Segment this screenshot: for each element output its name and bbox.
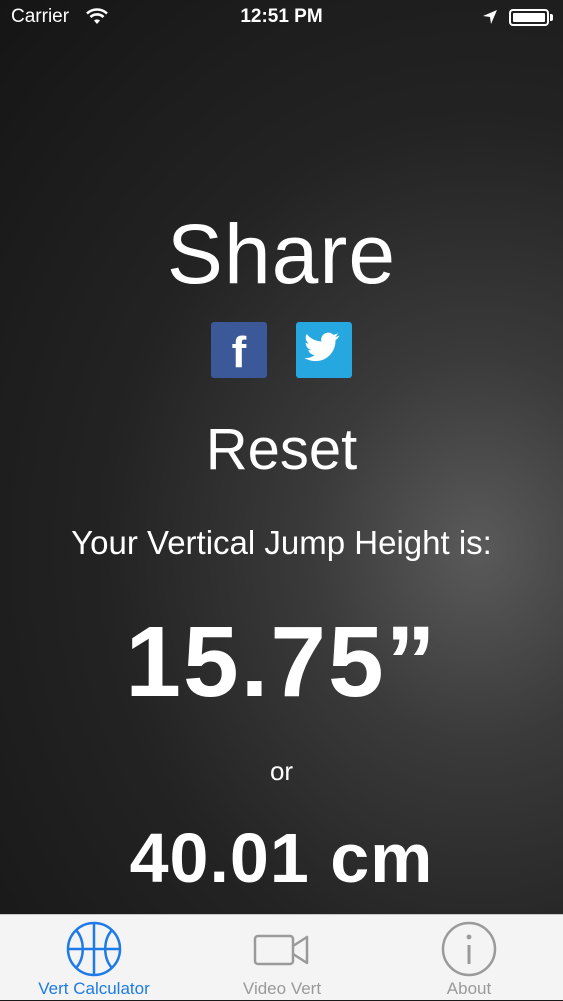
jump-height-inches: 15.75” bbox=[125, 606, 438, 718]
clock: 12:51 PM bbox=[240, 6, 323, 27]
tab-label: About bbox=[446, 979, 492, 998]
tab-bar: Vert Calculator Video Vert About bbox=[0, 914, 563, 1000]
result-label: Your Vertical Jump Height is: bbox=[71, 524, 492, 561]
tab-label: Video Vert bbox=[242, 979, 322, 998]
jump-height-cm: 40.01 cm bbox=[129, 819, 434, 897]
basketball-icon bbox=[66, 921, 122, 977]
tab-label: Vert Calculator bbox=[38, 979, 150, 998]
location-arrow-icon bbox=[483, 10, 497, 24]
video-camera-icon bbox=[253, 934, 309, 966]
info-icon bbox=[441, 921, 497, 977]
battery-tip bbox=[550, 14, 553, 21]
share-title: Share bbox=[166, 207, 397, 301]
tab-video-vert[interactable]: Video Vert bbox=[188, 915, 376, 1001]
battery-icon bbox=[509, 9, 549, 26]
tab-about[interactable]: About bbox=[375, 915, 563, 1001]
reset-button[interactable]: Reset bbox=[0, 416, 563, 483]
twitter-share-button[interactable] bbox=[296, 322, 352, 378]
facebook-icon: f bbox=[231, 328, 247, 377]
main-screen: Carrier 12:51 PM Share f Reset Your Vert… bbox=[0, 0, 563, 914]
or-label: or bbox=[269, 756, 294, 786]
facebook-share-button[interactable]: f bbox=[211, 322, 267, 378]
twitter-bird-icon bbox=[304, 332, 340, 362]
tab-vert-calculator[interactable]: Vert Calculator bbox=[0, 915, 188, 1001]
status-bar: Carrier 12:51 PM bbox=[0, 0, 563, 38]
